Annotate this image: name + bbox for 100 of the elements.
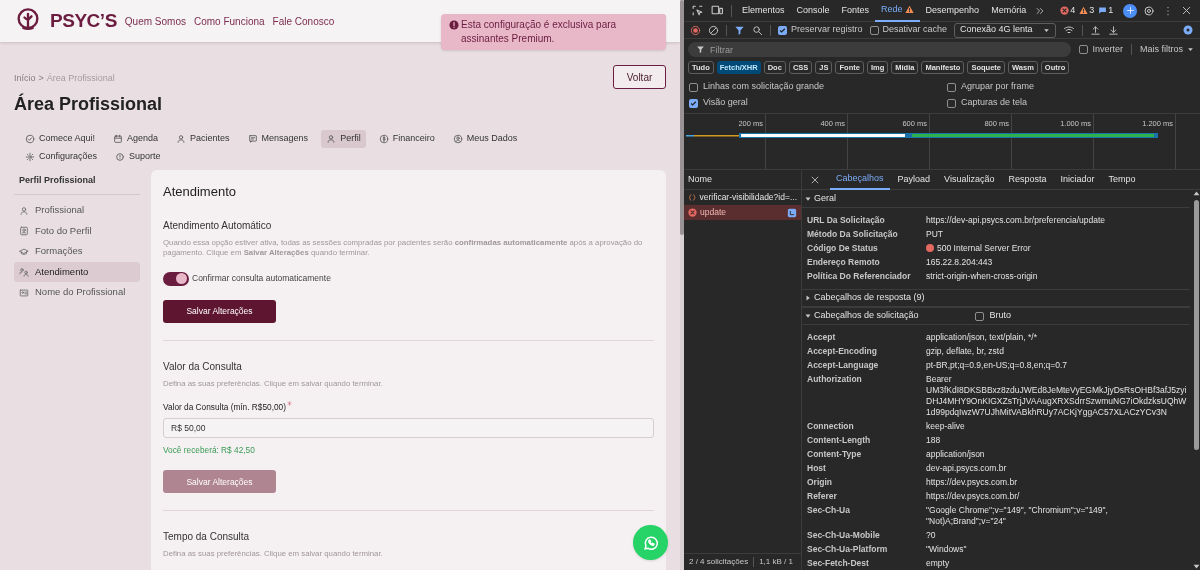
header-value: 188 [926, 434, 941, 446]
section-toggle[interactable]: Cabeçalhos de solicitação [805, 309, 919, 323]
person-icon [326, 134, 337, 144]
checkbox[interactable] [778, 25, 787, 35]
header-value: empty [926, 557, 950, 569]
details-tab[interactable]: Tempo [1102, 169, 1142, 190]
header-value: 500 Internal Server Error [937, 242, 1031, 254]
warning-icon [904, 5, 914, 14]
error-icon [688, 208, 697, 217]
details-tab[interactable]: Payload [891, 169, 937, 190]
checkbox-label: Bruto [989, 309, 1012, 323]
header-name: Sec-Ch-Ua-Platform [806, 543, 889, 555]
devtools-tab[interactable]: Console [790, 0, 836, 22]
header-value: 165.22.8.204:443 [926, 256, 993, 268]
logo-text: PSYC’S [50, 8, 117, 33]
sidebar-item[interactable]: Nome do Profissional [14, 282, 140, 303]
nav-tab[interactable]: Financeiro [373, 130, 440, 148]
header-value: gzip, deflate, br, zstd [926, 345, 1004, 357]
checkbox[interactable] [869, 25, 879, 35]
sidebar-item[interactable]: Atendimento [14, 262, 140, 282]
breadcrumb-separator: > [38, 72, 44, 85]
header-name: Código De Status [806, 242, 879, 254]
error-count[interactable]: 4 [1060, 3, 1076, 18]
inspect-icon [691, 4, 704, 17]
nav-tab[interactable]: Meus Dados [447, 130, 523, 148]
nav-tab[interactable]: Pacientes [171, 130, 235, 148]
details-tab[interactable]: Resposta [1002, 169, 1053, 190]
section-title: Tempo da Consulta [163, 530, 251, 545]
checkbox[interactable] [1079, 45, 1089, 54]
devtools-tab[interactable]: Elementos [736, 0, 791, 22]
id-card-icon [19, 287, 29, 298]
request-row[interactable]: update [684, 205, 801, 220]
card-title: Atendimento [163, 183, 237, 201]
checkbox[interactable] [947, 98, 956, 108]
details-tab[interactable]: Iniciador [1054, 169, 1101, 190]
chat-bubble-phone-icon [641, 533, 660, 552]
devtools-tab[interactable]: Desempenho [919, 0, 986, 22]
checkbox[interactable] [974, 311, 984, 321]
caret-right-icon [805, 295, 811, 301]
header-name: Origin [806, 476, 834, 488]
nav-tab[interactable]: Agenda [108, 130, 164, 148]
devtools-tab[interactable]: Fontes [835, 0, 876, 22]
sidebar-item[interactable]: Profissional [14, 200, 140, 221]
devtools-tab[interactable]: Rede [875, 0, 920, 22]
check-circle-icon [25, 134, 35, 144]
header-value: "Google Chrome";v="149", "Chromium";v="149", "Not)A;Brand";v="24" [926, 504, 1109, 527]
checkbox-label: Desativar cache [882, 23, 948, 37]
nav-link[interactable]: Quem Somos [124, 13, 186, 29]
checkbox-label: Agrupar por frame [961, 80, 1035, 94]
details-tab[interactable]: Cabeçalhos [830, 169, 890, 190]
sidebar-item[interactable]: Formações [14, 241, 140, 262]
status-text: 1,1 kB / 1 [759, 556, 793, 568]
nav-link[interactable]: Fale Conosco [272, 13, 335, 29]
person-icon [176, 134, 187, 144]
checkbox[interactable] [947, 82, 956, 92]
message-icon [1098, 6, 1108, 15]
warning-count[interactable]: 3 [1079, 3, 1095, 18]
caret-down-icon [805, 195, 811, 202]
clear-icon [708, 24, 719, 36]
chat-icon [247, 134, 258, 144]
header-name: Content-Length [806, 434, 872, 446]
header-name: Host [806, 462, 827, 474]
price-input[interactable]: R$ 50,00 [163, 417, 654, 438]
back-button[interactable]: Voltar [613, 65, 666, 89]
request-row[interactable]: verificar-visibilidade?id=... [684, 190, 801, 205]
header-name: Accept-Encoding [806, 345, 878, 357]
nav-tab[interactable]: Suporte [110, 148, 166, 166]
nav-tab[interactable]: Perfil [321, 130, 366, 148]
details-tab[interactable]: Visualização [938, 169, 1001, 190]
checkbox[interactable] [689, 98, 698, 108]
toggle-switch[interactable] [163, 271, 189, 286]
header-name: Referer [806, 490, 838, 502]
save-button[interactable]: Salvar Alterações [163, 299, 276, 323]
column-header: Nome [684, 170, 801, 190]
header-name: Authorization [806, 373, 863, 386]
nav-link[interactable]: Como Funciona [194, 13, 265, 29]
warning-icon [1079, 6, 1089, 15]
throttling-dropdown[interactable]: Conexão 4G lenta [954, 22, 1057, 38]
scrollbar-thumb[interactable] [680, 0, 684, 235]
checkbox[interactable] [689, 82, 698, 92]
device-icon [710, 4, 724, 17]
sidebar-item[interactable]: Foto do Perfil [14, 221, 140, 241]
header-name: Accept [806, 331, 837, 343]
nav-tab[interactable]: Configurações [20, 148, 103, 166]
devtools-tab[interactable]: Memória [985, 0, 1033, 22]
header-name: Endereço Remoto [806, 256, 881, 268]
assistant-icon[interactable] [1123, 3, 1137, 18]
scroll-down-icon [1192, 563, 1200, 570]
section-toggle[interactable]: Cabeçalhos de resposta (9) [805, 291, 925, 305]
filter-icon [696, 45, 705, 54]
filter-field[interactable]: Filtrar [688, 42, 1072, 57]
more-filters-dropdown[interactable]: Mais filtros [1140, 42, 1194, 57]
section-toggle[interactable]: Geral [805, 191, 836, 206]
nav-tab[interactable]: Mensagens [242, 130, 314, 148]
scrollbar-thumb[interactable] [1193, 200, 1199, 450]
message-count[interactable]: 1 [1098, 3, 1114, 18]
header-name: Método Da Solicitação [806, 228, 899, 240]
nav-tab[interactable]: Comece Aqui! [20, 130, 101, 148]
request-name: verificar-visibilidade?id=... [699, 191, 797, 204]
caret-icon [1043, 26, 1051, 34]
